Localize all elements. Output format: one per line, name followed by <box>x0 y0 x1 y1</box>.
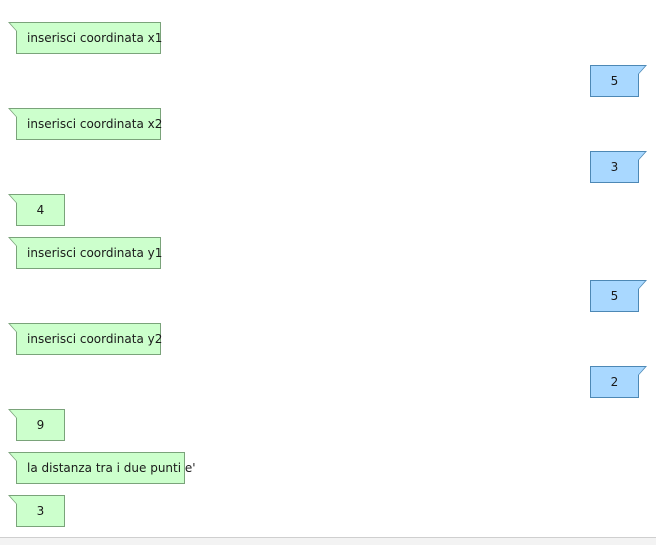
console-conversation: inserisci coordinata x1 5 inserisci coor… <box>0 0 656 537</box>
output-bubble-prompt-x2: inserisci coordinata x2 <box>8 108 162 140</box>
output-bubble-distance-result: 3 <box>8 495 65 527</box>
output-bubble-prompt-y1: inserisci coordinata y1 <box>8 237 162 269</box>
output-bubble-value: 9 <box>8 409 65 441</box>
input-bubble-y1: 5 <box>590 280 647 312</box>
input-bubble-y2: 2 <box>590 366 647 398</box>
output-bubble-value: 4 <box>8 194 65 226</box>
input-bubble-x2: 3 <box>590 151 647 183</box>
input-bubble-x1: 5 <box>590 65 647 97</box>
panel-bottom-edge <box>0 537 656 545</box>
output-bubble-distance-label: la distanza tra i due punti e' <box>8 452 196 484</box>
output-bubble-prompt-y2: inserisci coordinata y2 <box>8 323 162 355</box>
output-bubble-prompt-x1: inserisci coordinata x1 <box>8 22 162 54</box>
